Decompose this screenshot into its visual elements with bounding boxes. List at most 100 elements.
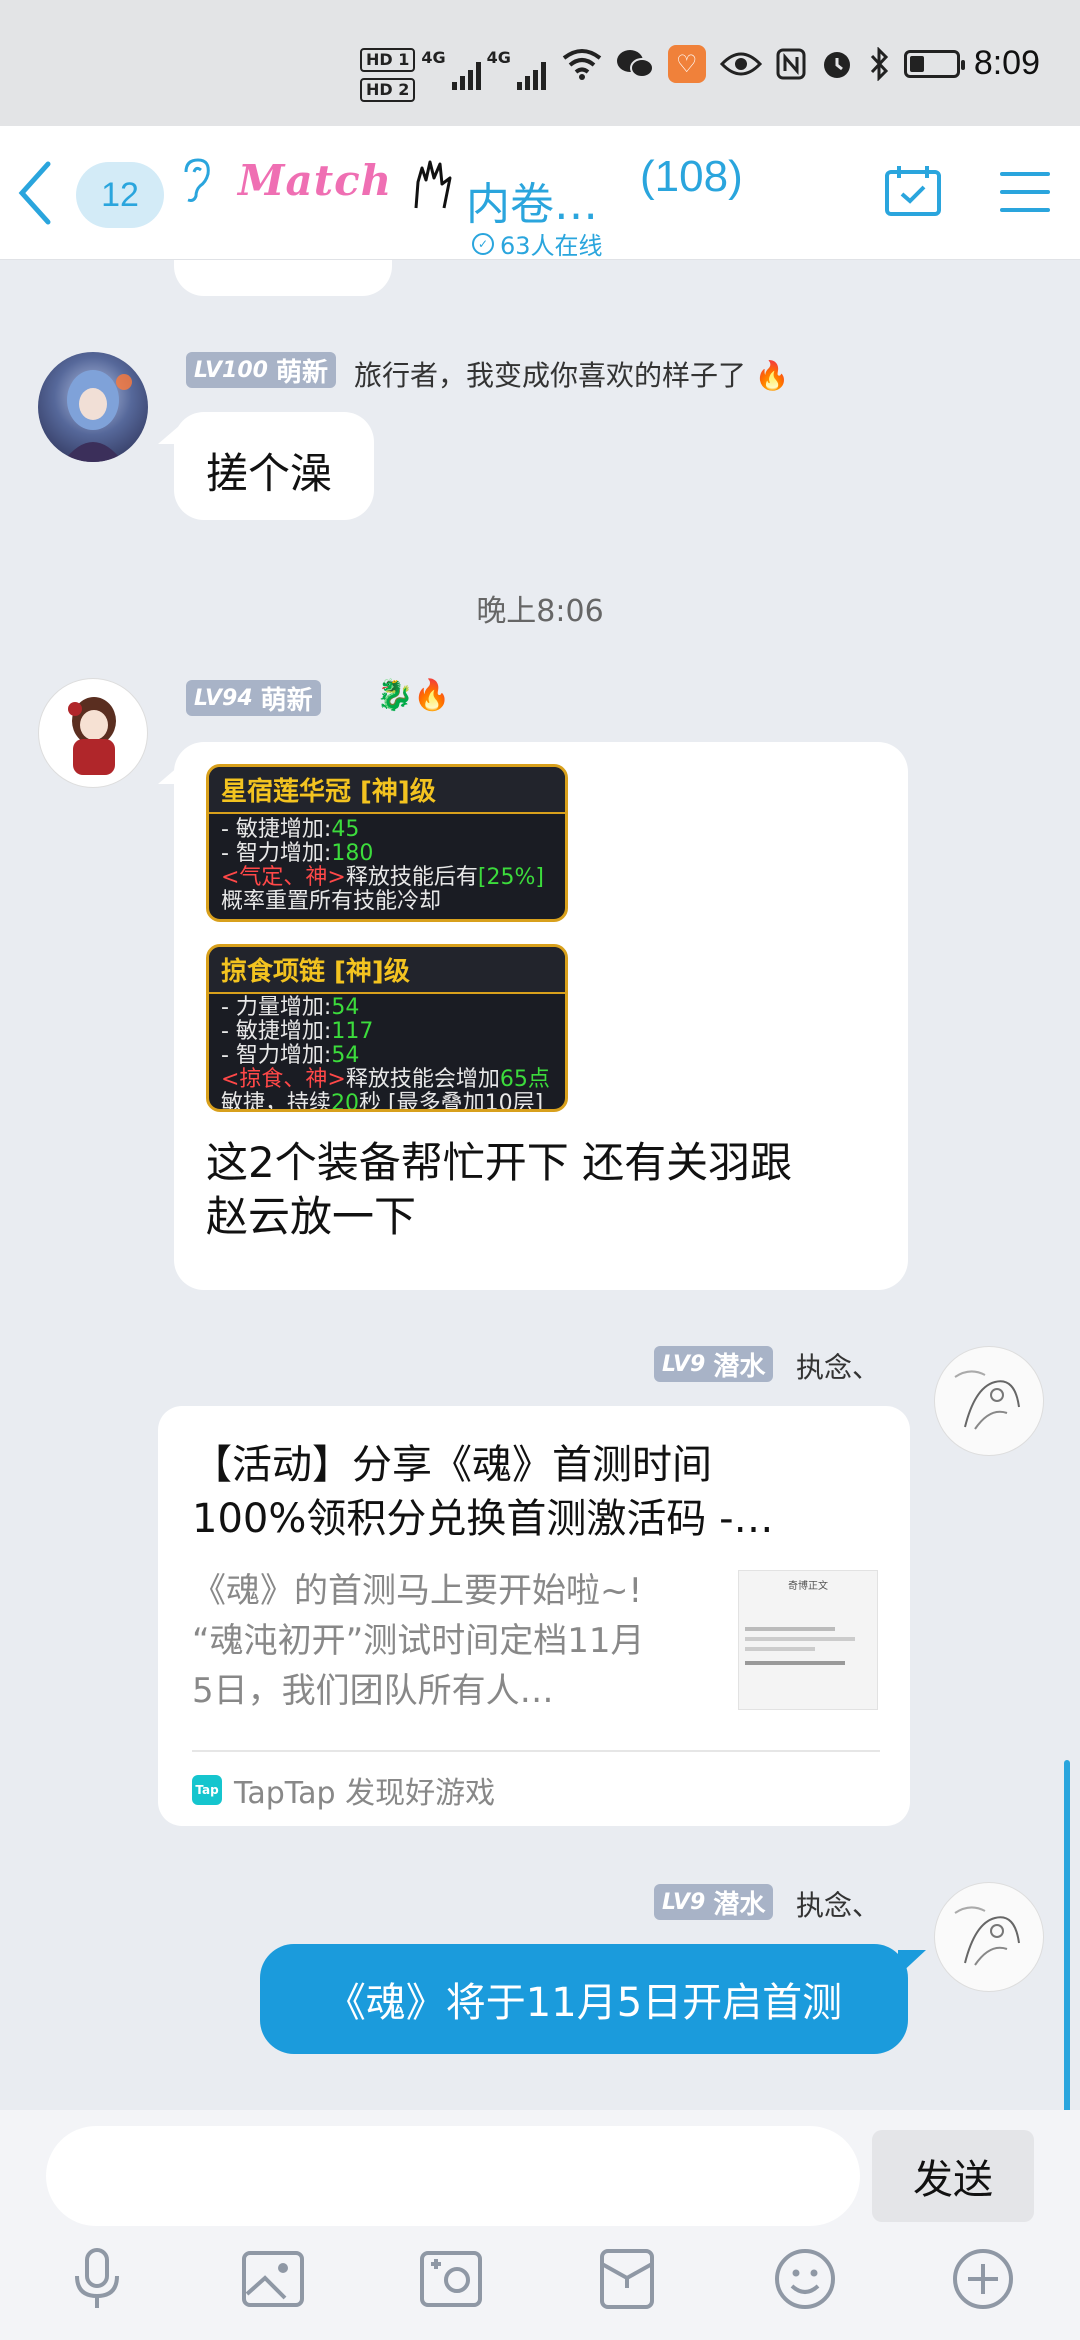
network2-label: 4G — [486, 48, 511, 67]
message-text: 搓个澡 — [206, 449, 333, 498]
skill-text: 概率重置所有技能冷却 — [221, 889, 442, 914]
message-bubble[interactable]: 搓个澡 — [174, 412, 374, 520]
skill-value: 20 — [331, 1091, 360, 1112]
link-source: Tap TapTap 发现好游戏 — [192, 1768, 495, 1812]
skill-name: <气定、神> — [221, 865, 346, 890]
message-text-line: 赵云放一下 — [206, 1192, 417, 1241]
equipment-line: - 智力增加:54 — [209, 1044, 565, 1068]
chat-header: 12 Match 内卷… (108) ✓ 63人在线 — [0, 126, 1080, 260]
red-packet-button[interactable] — [592, 2244, 662, 2314]
emoji-button[interactable] — [770, 2244, 840, 2314]
link-divider — [192, 1750, 880, 1752]
equipment-line: - 力量增加:54 — [209, 994, 565, 1020]
stat-label: - 智力增加: — [221, 1043, 332, 1068]
calendar-check-icon[interactable] — [884, 164, 942, 218]
avatar[interactable] — [38, 352, 148, 462]
menu-icon[interactable] — [1000, 172, 1050, 226]
my-avatar[interactable] — [934, 1346, 1044, 1456]
plus-circle-icon — [953, 2249, 1013, 2309]
sender-name-text: 旅行者，我变成你喜欢的样子了 — [354, 359, 747, 392]
stat-label: - 力量增加: — [221, 995, 332, 1020]
wechat-icon — [616, 49, 654, 78]
level-badge: LV100 萌新 — [186, 352, 336, 388]
sender-decorations: 🐉🔥 — [376, 678, 451, 713]
skill-text: 释放技能后有 — [345, 865, 478, 890]
avatar[interactable] — [38, 678, 148, 788]
more-button[interactable] — [948, 2244, 1018, 2314]
group-name[interactable]: 内卷… — [466, 168, 598, 232]
my-avatar[interactable] — [934, 1882, 1044, 1992]
link-title: 【活动】分享《魂》首测时间 100%领积分兑换首测激活码 -… — [192, 1438, 882, 1546]
alarm-icon — [823, 51, 850, 78]
skill-text: 释放技能会增加 — [345, 1067, 500, 1092]
equipment-line: 概率重置所有技能冷却 — [209, 890, 565, 914]
signal1-icon — [451, 60, 481, 90]
level-badge: LV9 潜水 — [654, 1884, 774, 1920]
equipment-image-2[interactable]: 掠食项链 [神]级 - 力量增加:54 - 敏捷增加:117 - 智力增加:54… — [206, 944, 568, 1112]
skill-text: 秒 [最多叠加10层] — [359, 1091, 544, 1112]
image-icon — [242, 2251, 304, 2307]
emoji-icon — [775, 2249, 835, 2309]
send-button[interactable]: 发送 — [872, 2130, 1034, 2222]
equipment-line: 敏捷，持续20秒 [最多叠加10层] — [209, 1091, 565, 1112]
online-status[interactable]: ✓ 63人在线 — [472, 226, 603, 261]
level-text: LV100 — [194, 357, 268, 383]
message-list[interactable]: LV100 萌新 旅行者，我变成你喜欢的样子了 🔥 搓个澡 晚上8:06 LV9… — [0, 260, 1080, 2110]
level-badge: LV94 萌新 — [186, 680, 321, 716]
unread-count-badge[interactable]: 12 — [76, 162, 164, 228]
level-badge: LV9 潜水 — [654, 1346, 774, 1382]
group-member-count[interactable]: (108) — [640, 152, 743, 202]
network1-label: 4G — [421, 48, 446, 67]
equipment-line: <气定、神>释放技能后有[25%] — [209, 866, 565, 890]
sender-name[interactable]: 执念、 — [796, 1346, 880, 1386]
input-bar: 发送 — [0, 2110, 1080, 2340]
skill-text: 敏捷，持续 — [221, 1091, 332, 1112]
sender-name[interactable]: 旅行者，我变成你喜欢的样子了 🔥 — [354, 354, 790, 394]
sender-name[interactable]: 执念、 — [796, 1884, 880, 1924]
stat-value: 117 — [331, 1019, 374, 1044]
message-input[interactable] — [46, 2126, 860, 2226]
link-description-line: 5日，我们团队所有人… — [192, 1671, 554, 1711]
my-message-bubble[interactable]: 《魂》将于11月5日开启首测 — [260, 1944, 908, 2054]
message-text-line: 这2个装备帮忙开下 还有关羽跟 — [206, 1138, 793, 1187]
signal2-icon — [516, 60, 546, 90]
hd1-label: HD 1 — [360, 48, 416, 72]
clock-time: 8:09 — [973, 44, 1040, 82]
scrollbar[interactable] — [1064, 1760, 1070, 2110]
match-logo: Match — [238, 156, 393, 205]
camera-button[interactable] — [416, 2244, 486, 2314]
health-app-icon: ♡ — [667, 44, 706, 83]
skill-value: 65点 — [499, 1067, 550, 1092]
dragon-icon: 🐉 — [376, 678, 414, 713]
online-count-text: 63人在线 — [500, 232, 603, 260]
camera-icon — [420, 2251, 482, 2307]
microphone-icon — [75, 2248, 119, 2308]
stat-value: 54 — [331, 1043, 360, 1068]
link-description-line: 《魂》的首测马上要开始啦~! — [192, 1571, 643, 1611]
bluetooth-icon — [870, 46, 888, 81]
avatar-art — [63, 370, 132, 462]
link-thumbnail: 奇博正文 — [738, 1570, 878, 1710]
fire-icon: 🔥 — [413, 678, 451, 713]
image-button[interactable] — [238, 2244, 308, 2314]
ear-mode-icon[interactable] — [176, 156, 216, 204]
rank-text: 潜水 — [713, 1889, 766, 1920]
back-arrow-icon[interactable] — [12, 156, 60, 230]
stat-label: - 敏捷增加: — [221, 817, 332, 842]
equipment-title: 掠食项链 [神]级 — [209, 947, 565, 994]
equipment-image-1[interactable]: 星宿莲华冠 [神]级 - 敏捷增加:45 - 智力增加:180 <气定、神>释放… — [206, 764, 568, 922]
level-text: LV9 — [662, 1351, 706, 1377]
rank-text: 萌新 — [260, 685, 313, 716]
previous-message-bubble[interactable] — [174, 260, 392, 296]
equipment-title: 星宿莲华冠 [神]级 — [209, 767, 565, 814]
voice-button[interactable] — [62, 2244, 132, 2314]
shared-link-card[interactable]: 【活动】分享《魂》首测时间 100%领积分兑换首测激活码 -… 《魂》的首测马上… — [158, 1406, 910, 1826]
equipment-line: - 敏捷增加:117 — [209, 1020, 565, 1044]
stat-label: - 智力增加: — [221, 841, 332, 866]
link-description: 《魂》的首测马上要开始啦~! “魂沌初开”测试时间定档11月 5日，我们团队所有… — [192, 1566, 692, 1716]
link-source-text: TapTap 发现好游戏 — [234, 1776, 496, 1811]
stat-value: 180 — [331, 841, 374, 866]
hand-icon — [414, 160, 452, 209]
fire-icon: 🔥 — [754, 359, 790, 392]
message-text: 《魂》将于11月5日开启首测 — [325, 1980, 843, 2026]
